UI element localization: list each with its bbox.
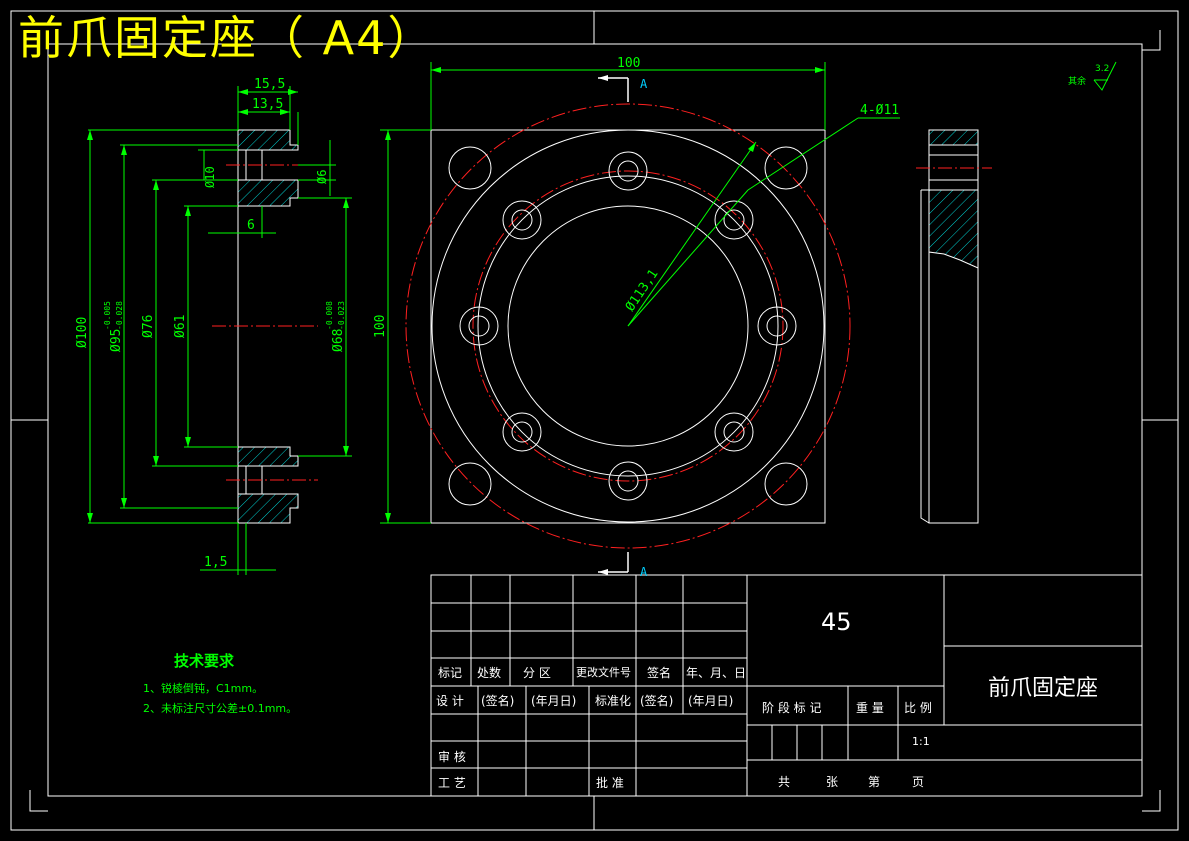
tech-item-2: 2、未标注尺寸公差±0.1mm。	[143, 702, 298, 715]
dim-height-100: 100	[373, 315, 388, 338]
scale-header: 比 例	[904, 701, 932, 715]
hdr-mark: 标记	[438, 666, 463, 680]
tech-item-1: 1、锐棱倒钝，C1mm。	[143, 682, 264, 695]
side-view	[916, 129, 992, 524]
row-standard-date: (年月日)	[688, 694, 734, 708]
sheet-di: 第	[868, 775, 881, 789]
dim-phi61: Ø61	[173, 315, 188, 338]
dim-1-5: 1,5	[204, 555, 227, 570]
dim-phi113: Ø113,1	[623, 267, 662, 314]
section-mark-top: A	[640, 77, 648, 91]
sheet-zhang: 张	[826, 775, 839, 789]
scale-value: 1:1	[912, 735, 930, 748]
dim-holes: 4-Ø11	[860, 103, 899, 118]
roughness-label: 其余	[1068, 77, 1087, 87]
weight-header: 重 量	[856, 701, 884, 715]
dim-phi95: Ø95	[109, 329, 124, 352]
row-design-sign: (签名)	[481, 694, 515, 708]
dim-phi68: Ø68	[331, 329, 346, 352]
tech-heading: 技术要求	[174, 652, 235, 670]
row-approve: 批 准	[596, 776, 624, 790]
part-name: 前爪固定座	[988, 676, 1099, 701]
material: 45	[821, 608, 852, 636]
dim-width-100: 100	[617, 56, 640, 71]
row-standard-sign: (签名)	[640, 694, 674, 708]
dim-phi95-tol-upper: -0.005	[103, 301, 112, 330]
left-section-view	[87, 86, 352, 575]
hdr-count: 处数	[477, 666, 502, 680]
dim-phi68-tol-upper: -0.008	[325, 301, 334, 330]
sheet-ye: 页	[912, 775, 925, 789]
row-design: 设 计	[436, 694, 464, 708]
dim-phi100: Ø100	[75, 317, 90, 348]
dim-6: 6	[247, 218, 255, 233]
dimension-labels: 100 15,5 13,5 6 1,5 4-Ø11 100 Ø100 Ø95 -…	[75, 56, 899, 579]
dim-phi10: Ø10	[203, 166, 217, 188]
row-standard: 标准化	[595, 694, 632, 708]
dim-phi68-tol-lower: -0.023	[337, 301, 346, 330]
sheet-total: 共	[778, 775, 791, 789]
title-banner: 前爪固定座（ A4）	[18, 11, 436, 65]
section-mark-bottom: A	[640, 565, 648, 579]
row-review: 审 核	[438, 750, 466, 764]
dim-phi6: Ø6	[315, 170, 329, 184]
hdr-date: 年、月、日	[686, 666, 747, 680]
row-design-date: (年月日)	[531, 694, 577, 708]
dim-phi76: Ø76	[141, 315, 156, 338]
hdr-sign: 签名	[647, 666, 672, 680]
dim-phi95-tol-lower: -0.028	[115, 301, 124, 330]
roughness-value: 3.2	[1095, 64, 1110, 74]
hdr-zone: 分 区	[523, 666, 551, 680]
dim-13-5: 13,5	[252, 97, 283, 112]
front-view	[380, 62, 900, 575]
stage-header: 阶 段 标 记	[762, 701, 822, 715]
section-arrows	[598, 75, 629, 575]
dim-15-5: 15,5	[254, 77, 285, 92]
row-process: 工 艺	[438, 776, 466, 790]
hdr-change-doc: 更改文件号	[576, 666, 631, 679]
